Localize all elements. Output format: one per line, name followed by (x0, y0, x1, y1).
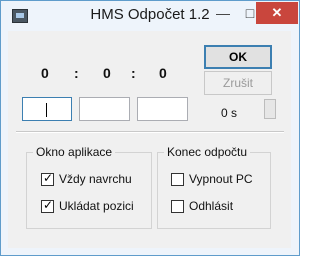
separator (16, 131, 284, 133)
checkbox-label: Vždy navrchu (59, 172, 132, 186)
checkbox-label: Vypnout PC (189, 172, 253, 186)
seconds-display: 0 (159, 65, 167, 81)
cancel-button[interactable]: Zrušit (204, 71, 272, 95)
client-area: 0 : 0 : 0 OK Zrušit 0 s Okno aplikace Vž… (8, 31, 291, 248)
time-separator: : (131, 65, 136, 81)
seconds-input[interactable] (137, 97, 188, 121)
remaining-seconds: 0 s (221, 106, 238, 120)
group-title: Konec odpočtu (164, 145, 251, 159)
logout-checkbox[interactable] (171, 200, 184, 213)
title-bar: HMS Odpočet 1.2 — □ ✕ (1, 1, 299, 31)
end-countdown-group: Konec odpočtu Vypnout PC Odhlásit (157, 145, 271, 229)
group-title: Okno aplikace (33, 145, 116, 159)
shutdown-pc-checkbox[interactable] (171, 173, 184, 186)
app-window: HMS Odpočet 1.2 — □ ✕ 0 : 0 : 0 OK Zruši… (0, 0, 300, 256)
checkbox-label: Ukládat pozici (59, 199, 134, 213)
minutes-display: 0 (103, 65, 111, 81)
hours-input[interactable] (22, 97, 72, 121)
always-on-top-checkbox[interactable] (41, 171, 54, 186)
text-caret (46, 103, 47, 117)
minimize-button[interactable]: — (210, 2, 236, 24)
minutes-input[interactable] (79, 97, 130, 121)
progress-indicator (264, 99, 276, 119)
app-window-group: Okno aplikace Vždy navrchu Ukládat pozic… (26, 145, 152, 229)
time-separator: : (74, 65, 79, 81)
ok-button[interactable]: OK (204, 45, 272, 69)
close-button[interactable]: ✕ (256, 2, 298, 24)
hours-display: 0 (41, 65, 49, 81)
checkbox-label: Odhlásit (189, 199, 234, 213)
save-position-checkbox[interactable] (41, 198, 54, 213)
